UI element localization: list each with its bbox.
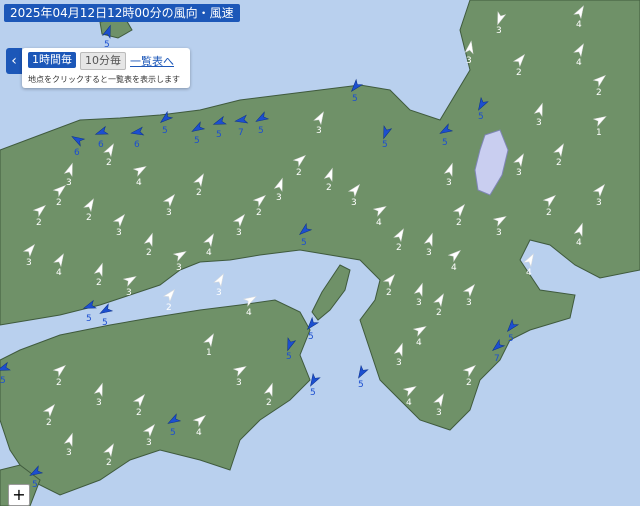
- wind-speed-label: 3: [166, 208, 172, 218]
- wind-speed-label: 2: [106, 458, 112, 468]
- wind-speed-label: 5: [358, 380, 364, 390]
- wind-speed-label: 4: [576, 58, 582, 68]
- wind-speed-label: 5: [86, 314, 92, 324]
- wind-speed-label: 5: [258, 126, 264, 136]
- wind-speed-label: 4: [451, 263, 457, 273]
- wind-speed-label: 4: [416, 338, 422, 348]
- wind-speed-label: 3: [416, 298, 422, 308]
- wind-speed-label: 3: [596, 198, 602, 208]
- wind-speed-label: 4: [576, 238, 582, 248]
- wind-speed-label: 4: [526, 268, 532, 278]
- wind-speed-label: 2: [56, 378, 62, 388]
- wind-speed-label: 6: [134, 140, 140, 150]
- tab-hourly[interactable]: 1時間毎: [28, 52, 76, 68]
- wind-speed-label: 3: [446, 178, 452, 188]
- wind-speed-label: 3: [516, 168, 522, 178]
- wind-speed-label: 2: [46, 418, 52, 428]
- wind-speed-label: 5: [442, 138, 448, 148]
- wind-speed-label: 4: [136, 178, 142, 188]
- hint-text: 地点をクリックすると一覧表を表示します: [28, 75, 180, 84]
- wind-speed-label: 3: [236, 378, 242, 388]
- wind-speed-label: 2: [86, 213, 92, 223]
- wind-speed-label: 1: [206, 348, 212, 358]
- wind-speed-label: 3: [396, 358, 402, 368]
- wind-speed-label: 2: [36, 218, 42, 228]
- wind-speed-label: 4: [576, 20, 582, 30]
- wind-speed-label: 5: [0, 376, 6, 386]
- wind-speed-label: 4: [406, 398, 412, 408]
- wind-speed-label: 5: [102, 318, 108, 328]
- wind-speed-label: 4: [196, 428, 202, 438]
- wind-speed-label: 4: [56, 268, 62, 278]
- wind-speed-label: 5: [162, 126, 168, 136]
- wind-speed-label: 3: [276, 193, 282, 203]
- wind-speed-label: 4: [246, 308, 252, 318]
- wind-speed-label: 2: [436, 308, 442, 318]
- wind-speed-label: 3: [126, 288, 132, 298]
- wind-speed-label: 2: [146, 248, 152, 258]
- wind-speed-label: 3: [216, 288, 222, 298]
- wind-speed-label: 5: [216, 130, 222, 140]
- wind-speed-label: 2: [466, 378, 472, 388]
- wind-speed-label: 4: [206, 248, 212, 258]
- wind-speed-label: 3: [496, 26, 502, 36]
- chevron-left-icon[interactable]: ‹: [6, 48, 22, 74]
- wind-speed-label: 2: [106, 158, 112, 168]
- wind-speed-label: 7: [494, 354, 500, 364]
- wind-speed-label: 2: [546, 208, 552, 218]
- control-panel: 1時間毎 10分毎 一覧表へ 地点をクリックすると一覧表を表示します: [22, 48, 190, 88]
- wind-speed-label: 2: [256, 208, 262, 218]
- wind-speed-label: 5: [308, 332, 314, 342]
- wind-speed-label: 2: [556, 158, 562, 168]
- wind-speed-label: 2: [136, 408, 142, 418]
- wind-speed-label: 5: [301, 238, 307, 248]
- wind-speed-label: 3: [436, 408, 442, 418]
- wind-speed-label: 3: [426, 248, 432, 258]
- wind-speed-label: 5: [286, 352, 292, 362]
- wind-speed-label: 3: [66, 178, 72, 188]
- wind-speed-label: 2: [196, 188, 202, 198]
- wind-speed-label: 3: [316, 126, 322, 136]
- wind-speed-label: 2: [516, 68, 522, 78]
- wind-speed-label: 2: [166, 303, 172, 313]
- wind-speed-label: 5: [32, 480, 38, 490]
- wind-speed-label: 2: [386, 288, 392, 298]
- wind-speed-label: 3: [496, 228, 502, 238]
- wind-speed-label: 5: [382, 140, 388, 150]
- map-title: 2025年04月12日12時00分の風向・風速: [4, 4, 240, 22]
- wind-speed-label: 6: [74, 148, 80, 158]
- list-link[interactable]: 一覧表へ: [130, 53, 174, 69]
- wind-speed-label: 2: [456, 218, 462, 228]
- wind-speed-label: 3: [146, 438, 152, 448]
- wind-speed-label: 3: [466, 298, 472, 308]
- wind-speed-label: 2: [596, 88, 602, 98]
- wind-speed-label: 3: [176, 263, 182, 273]
- tab-10min[interactable]: 10分毎: [80, 52, 126, 70]
- wind-speed-label: 2: [396, 243, 402, 253]
- wind-speed-label: 2: [326, 183, 332, 193]
- wind-speed-label: 5: [478, 112, 484, 122]
- wind-speed-label: 3: [116, 228, 122, 238]
- wind-speed-label: 4: [376, 218, 382, 228]
- wind-speed-label: 3: [66, 448, 72, 458]
- wind-speed-label: 2: [56, 198, 62, 208]
- wind-speed-label: 6: [98, 140, 104, 150]
- wind-speed-label: 2: [296, 168, 302, 178]
- wind-speed-label: 3: [466, 56, 472, 66]
- wind-speed-label: 3: [351, 198, 357, 208]
- wind-speed-label: 3: [26, 258, 32, 268]
- wind-speed-label: 5: [310, 388, 316, 398]
- wind-speed-label: 5: [508, 334, 514, 344]
- wind-speed-label: 7: [238, 128, 244, 138]
- wind-speed-label: 3: [536, 118, 542, 128]
- wind-speed-label: 5: [170, 428, 176, 438]
- wind-speed-label: 3: [96, 398, 102, 408]
- wind-speed-label: 5: [194, 136, 200, 146]
- wind-speed-label: 2: [96, 278, 102, 288]
- wind-speed-label: 2: [266, 398, 272, 408]
- wind-speed-label: 3: [236, 228, 242, 238]
- zoom-in-button[interactable]: +: [8, 484, 30, 506]
- wind-speed-label: 1: [596, 128, 602, 138]
- wind-speed-label: 5: [352, 94, 358, 104]
